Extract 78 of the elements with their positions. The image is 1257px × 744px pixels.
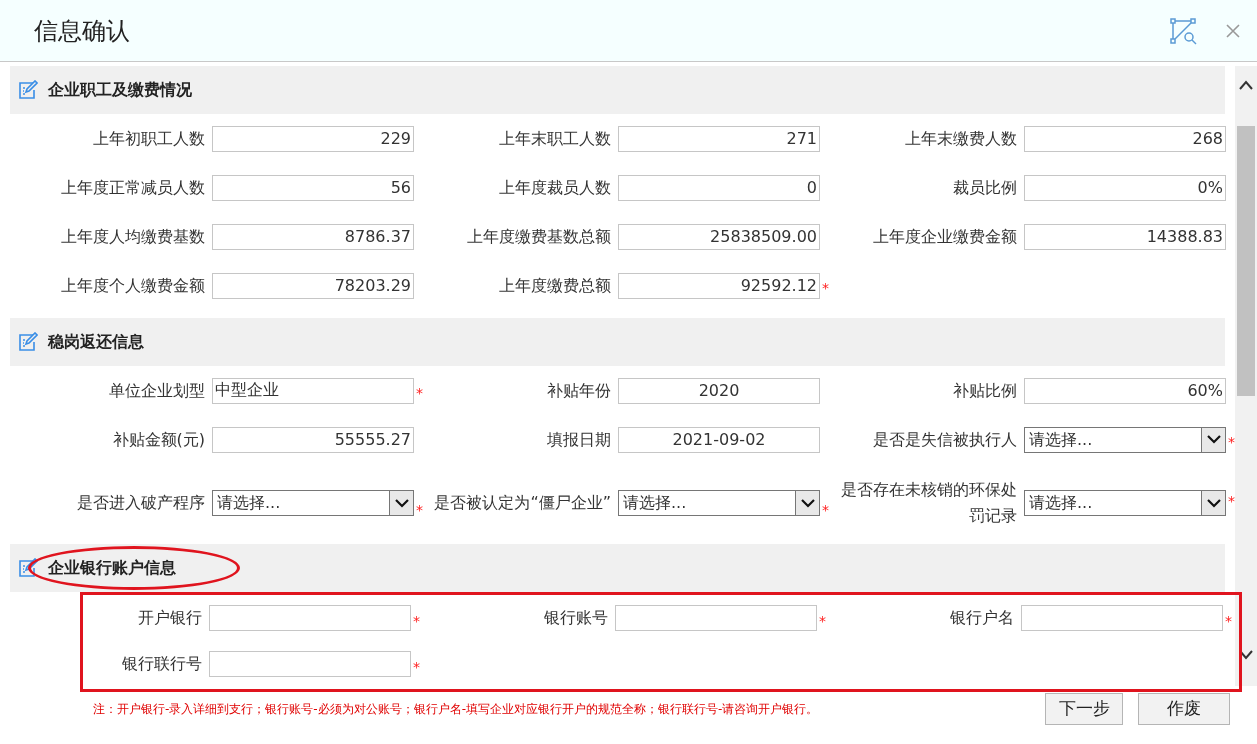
field-label: 上年度正常减员人数	[60, 176, 205, 199]
required-mark: *	[415, 500, 424, 520]
scroll-up-icon[interactable]	[1239, 80, 1253, 90]
dropdown[interactable]: 请选择...	[212, 490, 414, 516]
scrollbar-thumb[interactable]	[1237, 126, 1255, 396]
field-label: 银行户名	[949, 607, 1014, 629]
input-field[interactable]: 271	[618, 125, 820, 152]
close-icon[interactable]	[1225, 22, 1241, 39]
field-label: 上年度企业缴费金额	[872, 225, 1017, 248]
input-field[interactable]: 60%	[1024, 377, 1226, 404]
field-label: 上年度裁员人数	[498, 176, 611, 199]
input-field[interactable]: 8786.37	[212, 223, 414, 250]
dropdown[interactable]: 请选择...	[1024, 490, 1226, 516]
required-mark: *	[412, 611, 421, 631]
note-text: 注：开户银行-录入详细到支行；银行账号-必须为对公账号；银行户名-填写企业对应银行开户的规范全称；银行联行号-请咨询开户银行。	[93, 701, 819, 718]
input-field[interactable]	[209, 605, 411, 631]
chevron-down-icon	[1206, 498, 1221, 508]
window-title: 信息确认	[34, 15, 130, 47]
required-mark: *	[821, 279, 830, 298]
field-label: 上年度缴费总额	[498, 274, 611, 297]
scroll-down-icon[interactable]	[1239, 650, 1253, 660]
field-label: 裁员比例	[952, 176, 1017, 199]
input-field[interactable]	[1021, 605, 1223, 631]
field-label: 单位企业划型	[108, 379, 205, 402]
field-label: 银行联行号	[121, 653, 202, 675]
field-label: 补贴金额(元)	[111, 428, 205, 451]
section-title: 企业银行账户信息	[48, 557, 176, 579]
required-mark: *	[818, 611, 827, 631]
edit-form-icon	[18, 558, 38, 578]
field-label: 上年度个人缴费金额	[60, 274, 205, 297]
chevron-down-icon	[1206, 435, 1221, 444]
required-mark: *	[412, 657, 421, 677]
input-field[interactable]: 0	[618, 174, 820, 201]
input-field[interactable]: 268	[1024, 125, 1226, 152]
input-field[interactable]: 78203.29	[212, 272, 414, 299]
input-field[interactable]: 中型企业	[212, 377, 414, 404]
input-field[interactable]	[615, 605, 817, 631]
field-label: 开户银行	[137, 607, 202, 629]
field-label: 是否进入破产程序	[76, 492, 205, 514]
required-mark: *	[1227, 492, 1236, 511]
input-field[interactable]: 229	[212, 125, 414, 152]
action-button[interactable]: 作废	[1138, 693, 1230, 725]
field-label: 是否被认定为“僵尸企业”	[433, 492, 611, 514]
input-field[interactable]: 2020	[618, 377, 820, 404]
section-title: 稳岗返还信息	[48, 331, 144, 353]
chevron-down-icon	[800, 498, 815, 508]
field-label: 上年度缴费基数总额	[466, 225, 611, 248]
edit-form-icon	[18, 332, 38, 352]
dropdown[interactable]: 请选择...	[618, 490, 820, 516]
input-field[interactable]: 56	[212, 174, 414, 201]
field-label: 上年度人均缴费基数	[60, 225, 205, 248]
dropdown[interactable]: 请选择...	[1024, 426, 1226, 453]
section-title: 企业职工及缴费情况	[48, 79, 192, 101]
field-label: 是否是失信被执行人	[872, 428, 1017, 451]
input-field[interactable]: 25838509.00	[618, 223, 820, 250]
required-mark: *	[415, 384, 424, 403]
field-label: 补贴年份	[546, 379, 611, 402]
field-label: 填报日期	[546, 428, 611, 451]
field-label: 上年初职工人数	[92, 127, 205, 150]
required-mark: *	[1227, 433, 1236, 452]
input-field[interactable]: 0%	[1024, 174, 1226, 201]
field-label: 补贴比例	[952, 379, 1017, 402]
required-mark: *	[1224, 611, 1233, 631]
region-select-icon[interactable]	[1169, 16, 1197, 45]
field-label: 上年末缴费人数	[904, 127, 1017, 150]
input-field[interactable]	[209, 651, 411, 677]
edit-form-icon	[18, 80, 38, 100]
required-mark: *	[821, 500, 830, 520]
scrollbar[interactable]	[1235, 66, 1257, 686]
input-field[interactable]: 92592.12	[618, 272, 820, 299]
field-label: 上年末职工人数	[498, 127, 611, 150]
field-label: 银行账号	[543, 607, 608, 629]
input-field[interactable]: 55555.27	[212, 426, 414, 453]
chevron-down-icon	[394, 498, 409, 508]
field-label: 是否存在未核销的环保处罚记录	[840, 479, 1017, 527]
input-field[interactable]: 2021-09-02	[618, 426, 820, 453]
action-button[interactable]: 下一步	[1045, 693, 1123, 725]
input-field[interactable]: 14388.83	[1024, 223, 1226, 250]
